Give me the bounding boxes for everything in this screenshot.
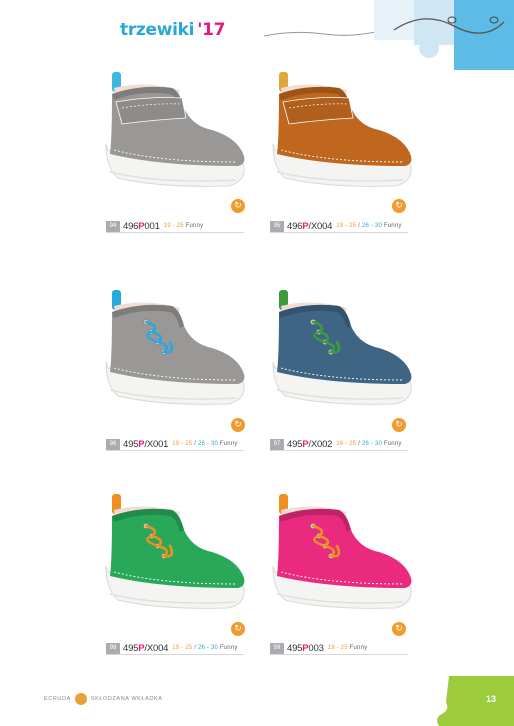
divider: [270, 654, 408, 655]
page-badge: 97: [270, 438, 284, 450]
page-badge: 99: [270, 642, 284, 654]
page-badge: 98: [106, 642, 120, 654]
eco-icon: ↻: [392, 199, 406, 213]
size-range: 19 - 25 Funny: [327, 645, 368, 651]
product-495PX002: [267, 286, 417, 416]
product-code: 495P/X001: [123, 438, 169, 450]
page-number: 13: [485, 694, 496, 704]
product-code: 495P/X002: [287, 438, 333, 450]
size-range: 19 - 25 / 26 - 30 Funny: [336, 441, 402, 447]
product-label: 97 495P/X002 19 - 25 / 26 - 30 Funny: [270, 438, 402, 450]
footer-left-text: ECRUDA: [44, 696, 71, 702]
size-range: 19 - 25 / 26 - 30 Funny: [172, 441, 238, 447]
product-496P001: [100, 68, 250, 198]
eco-icon: ↻: [231, 622, 245, 636]
size-range: 19 - 25 / 26 - 30 Funny: [336, 223, 402, 229]
divider: [270, 232, 408, 233]
shoe-image: [272, 494, 412, 609]
divider: [106, 450, 244, 451]
title-year: '17: [197, 20, 226, 40]
page-badge: 96: [106, 438, 120, 450]
product-496PX004: [267, 68, 417, 198]
eco-icon: ↻: [392, 418, 406, 432]
shoe-image: [105, 290, 245, 405]
product-code: 496P001: [123, 220, 160, 232]
page-badge: 95: [270, 220, 284, 232]
product-label: 96 495P/X001 19 - 25 / 26 - 30 Funny: [106, 438, 238, 450]
footer-right-text: SKŁODZANA WKŁADKA: [90, 696, 163, 702]
divider: [106, 232, 244, 233]
eco-icon: ↻: [231, 418, 245, 432]
title-word: trzewiki: [120, 20, 195, 40]
page-corner-decoration: [437, 676, 514, 726]
size-range: 19 - 25 / 26 - 30 Funny: [172, 645, 238, 651]
size-range: 19 - 25 Funny: [163, 223, 204, 229]
product-code: 495P003: [287, 642, 324, 654]
product-code: 496P/X004: [287, 220, 333, 232]
footer-brand: ECRUDA SKŁODZANA WKŁADKA: [44, 693, 162, 705]
product-495PX001: [100, 286, 250, 416]
product-code: 495P/X004: [123, 642, 169, 654]
page-header: trzewiki '17: [0, 0, 514, 70]
product-495P003: [267, 490, 417, 620]
divider: [106, 654, 244, 655]
catalog-title: trzewiki '17: [120, 20, 225, 40]
product-495PX004: [100, 490, 250, 620]
puzzle-decoration: [263, 0, 514, 70]
eco-icon: ↻: [231, 199, 245, 213]
eco-icon: ↻: [392, 622, 406, 636]
page-footer: ECRUDA SKŁODZANA WKŁADKA 13: [0, 676, 514, 726]
page-badge: 94: [106, 220, 120, 232]
product-label: 98 495P/X004 19 - 25 / 26 - 30 Funny: [106, 642, 238, 654]
divider: [270, 450, 408, 451]
shoe-image: [105, 72, 245, 187]
shoe-image: [272, 72, 412, 187]
footer-logo-icon: [74, 693, 87, 705]
product-label: 99 495P003 19 - 25 Funny: [270, 642, 367, 654]
product-label: 95 496P/X004 19 - 25 / 26 - 30 Funny: [270, 220, 402, 232]
product-label: 94 496P001 19 - 25 Funny: [106, 220, 203, 232]
shoe-image: [105, 494, 245, 609]
shoe-image: [272, 290, 412, 405]
